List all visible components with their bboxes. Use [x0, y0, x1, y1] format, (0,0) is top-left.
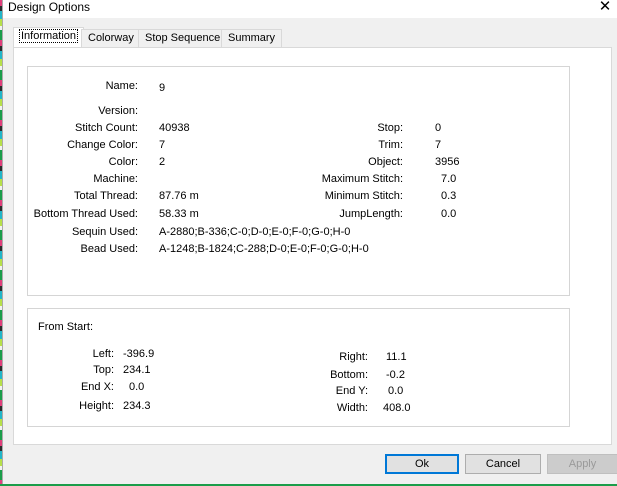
bead-used-label: Bead Used: [80, 243, 138, 255]
width-value: 408.0 [383, 402, 411, 414]
end-x-value: 0.0 [129, 381, 145, 393]
width-label: Width: [336, 402, 368, 414]
stop-label: Stop: [377, 122, 403, 134]
machine-label: Machine: [93, 173, 138, 185]
apply-button[interactable]: Apply [547, 454, 617, 474]
max-stitch-label: Maximum Stitch: [321, 173, 403, 185]
top-label: Top: [93, 364, 114, 376]
change-color-value: 7 [159, 139, 166, 151]
stitch-count-label: Stitch Count: [75, 122, 138, 134]
left-value: -396.9 [123, 348, 155, 360]
bottom-thread-value: 58.33 m [159, 208, 199, 220]
name-label: Name: [105, 80, 138, 92]
tab-information[interactable]: Information [13, 27, 85, 47]
jump-length-value: 0.0 [441, 208, 457, 220]
bottom-value: -0.2 [386, 369, 405, 381]
from-start-group: From Start: Left: -396.9 Top: 234.1 End … [27, 308, 570, 427]
min-stitch-value: 0.3 [441, 190, 457, 202]
height-label: Height: [79, 400, 114, 412]
end-y-label: End Y: [335, 385, 368, 397]
right-label: Right: [339, 351, 368, 363]
height-value: 234.3 [123, 400, 151, 412]
name-value: 9 [159, 82, 166, 94]
tab-stop-sequence[interactable]: Stop Sequence [138, 29, 228, 47]
ok-button[interactable]: Ok [385, 454, 459, 474]
from-start-heading: From Start: [38, 321, 94, 333]
jump-length-label: JumpLength: [339, 208, 403, 220]
tab-information-label: Information [18, 29, 79, 43]
title-bar: Design Options ✕ [3, 0, 617, 18]
stop-value: 0 [435, 122, 442, 134]
tab-content: Name: 9 Version: Stitch Count: 40938 Cha… [13, 47, 612, 445]
max-stitch-value: 7.0 [441, 173, 457, 185]
tab-summary[interactable]: Summary [221, 29, 283, 47]
trim-label: Trim: [378, 139, 403, 151]
change-color-label: Change Color: [67, 139, 138, 151]
color-label: Color: [108, 156, 138, 168]
sequin-used-label: Sequin Used: [71, 226, 138, 238]
version-label: Version: [98, 105, 138, 117]
trim-value: 7 [435, 139, 442, 151]
top-value: 234.1 [123, 364, 151, 376]
bead-used-value: A-1248;B-1824;C-288;D-0;E-0;F-0;G-0;H-0 [159, 243, 369, 255]
min-stitch-label: Minimum Stitch: [324, 190, 403, 202]
tab-colorway[interactable]: Colorway [81, 29, 141, 47]
object-label: Object: [368, 156, 403, 168]
close-icon[interactable]: ✕ [592, 0, 617, 16]
bottom-label: Bottom: [330, 369, 368, 381]
end-x-label: End X: [80, 381, 114, 393]
sequin-used-value: A-2880;B-336;C-0;D-0;E-0;F-0;G-0;H-0 [159, 226, 351, 238]
total-thread-value: 87.76 m [159, 190, 199, 202]
window-title: Design Options [8, 0, 91, 14]
design-options-dialog: Design Options ✕ Information Colorway St… [2, 0, 617, 484]
total-thread-label: Total Thread: [73, 190, 138, 202]
bottom-thread-label: Bottom Thread Used: [33, 208, 138, 220]
color-value: 2 [159, 156, 166, 168]
end-y-value: 0.0 [388, 385, 404, 397]
right-value: 11.1 [386, 351, 407, 363]
information-group: Name: 9 Version: Stitch Count: 40938 Cha… [27, 66, 570, 296]
object-value: 3956 [435, 156, 460, 168]
stitch-count-value: 40938 [159, 122, 190, 134]
left-label: Left: [92, 348, 114, 360]
cancel-button[interactable]: Cancel [465, 454, 541, 474]
